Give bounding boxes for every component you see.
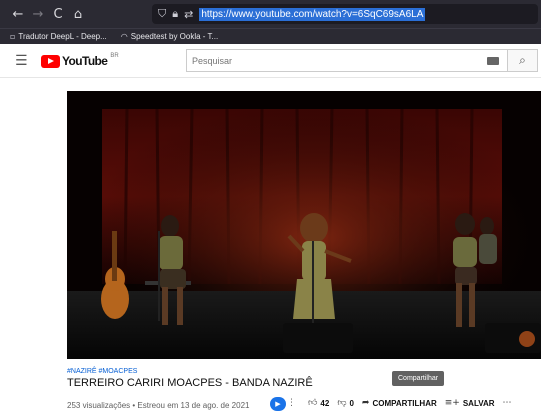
reload-icon[interactable]: C xyxy=(48,7,68,22)
like-count: 42 xyxy=(320,398,330,408)
share-button[interactable]: ➦ COMPARTILHAR xyxy=(362,398,437,408)
video-views-date: 253 visualizações • Estreou em 13 de ago… xyxy=(67,400,250,410)
dislike-count: 0 xyxy=(349,398,354,408)
search-input[interactable] xyxy=(192,55,472,66)
video-actions: 👍︎ 42 👎︎ 0 ➦ COMPARTILHAR ≡+ SALVAR ⋯ xyxy=(308,398,512,408)
video-title: TERREIRO CARIRI MOACPES - BANDA NAZIRÊ xyxy=(67,377,313,389)
thumbs-down-icon: 👎︎ xyxy=(337,398,347,408)
bookmark-label: Speedtest by Ookla - T... xyxy=(130,32,219,41)
region-code: BR xyxy=(110,53,119,59)
share-icon: ➦ xyxy=(361,398,370,408)
bookmark-deepl[interactable]: ▫ Tradutor DeepL - Deep... xyxy=(10,32,107,41)
address-bar[interactable]: ⛉ 🔒︎ ⇄ https://www.youtube.com/watch?v=6… xyxy=(152,4,538,24)
youtube-logo[interactable]: YouTube BR xyxy=(41,53,119,68)
search-button[interactable]: ⌕ xyxy=(508,49,538,72)
premiere-icon[interactable]: ▶ xyxy=(270,397,286,411)
video-meta-row: 253 visualizações • Estreou em 13 de ago… xyxy=(67,397,541,412)
forward-icon[interactable]: → xyxy=(28,7,48,22)
dislike-button[interactable]: 👎︎ 0 xyxy=(337,398,354,408)
share-label: COMPARTILHAR xyxy=(372,398,437,408)
thumbs-up-icon: 👍︎ xyxy=(308,398,318,408)
save-button[interactable]: ≡+ SALVAR xyxy=(445,398,495,408)
menu-icon[interactable]: ☰ xyxy=(15,53,28,69)
search-icon: ⌕ xyxy=(519,53,526,67)
search-box[interactable] xyxy=(186,49,508,72)
bookmark-icon: ▫ xyxy=(10,32,16,41)
save-label: SALVAR xyxy=(462,398,495,408)
lock-icon[interactable]: 🔒︎ xyxy=(172,7,178,21)
youtube-header: ☰ YouTube BR ⌕ xyxy=(0,44,541,78)
browser-toolbar: ← → C ⌂ ⛉ 🔒︎ ⇄ https://www.youtube.com/w… xyxy=(0,0,541,28)
share-tooltip: Compartilhar xyxy=(392,371,445,386)
speedtest-icon: ◠ xyxy=(120,32,128,41)
playlist-add-icon: ≡+ xyxy=(444,398,460,408)
video-player[interactable] xyxy=(67,91,541,359)
home-icon[interactable]: ⌂ xyxy=(68,7,88,22)
youtube-play-icon xyxy=(41,54,60,68)
more-horiz-icon[interactable]: ⋯ xyxy=(503,398,512,408)
bookmark-label: Tradutor DeepL - Deep... xyxy=(18,32,107,41)
back-icon[interactable]: ← xyxy=(8,7,28,22)
shield-icon[interactable]: ⛉ xyxy=(158,7,166,21)
bookmark-speedtest[interactable]: ◠ Speedtest by Ookla - T... xyxy=(121,32,218,41)
keyboard-icon[interactable] xyxy=(487,57,499,65)
url-text[interactable]: https://www.youtube.com/watch?v=6SqC69sA… xyxy=(199,7,426,21)
youtube-logo-text: YouTube xyxy=(62,54,108,68)
more-vert-icon[interactable]: ⋮ xyxy=(287,398,296,408)
video-frame xyxy=(67,91,541,359)
bookmarks-bar: ▫ Tradutor DeepL - Deep... ◠ Speedtest b… xyxy=(0,28,541,44)
permissions-icon[interactable]: ⇄ xyxy=(184,8,193,21)
like-button[interactable]: 👍︎ 42 xyxy=(308,398,329,408)
video-hashtags[interactable]: #NAZIRÊ #MOACPES xyxy=(67,368,137,375)
